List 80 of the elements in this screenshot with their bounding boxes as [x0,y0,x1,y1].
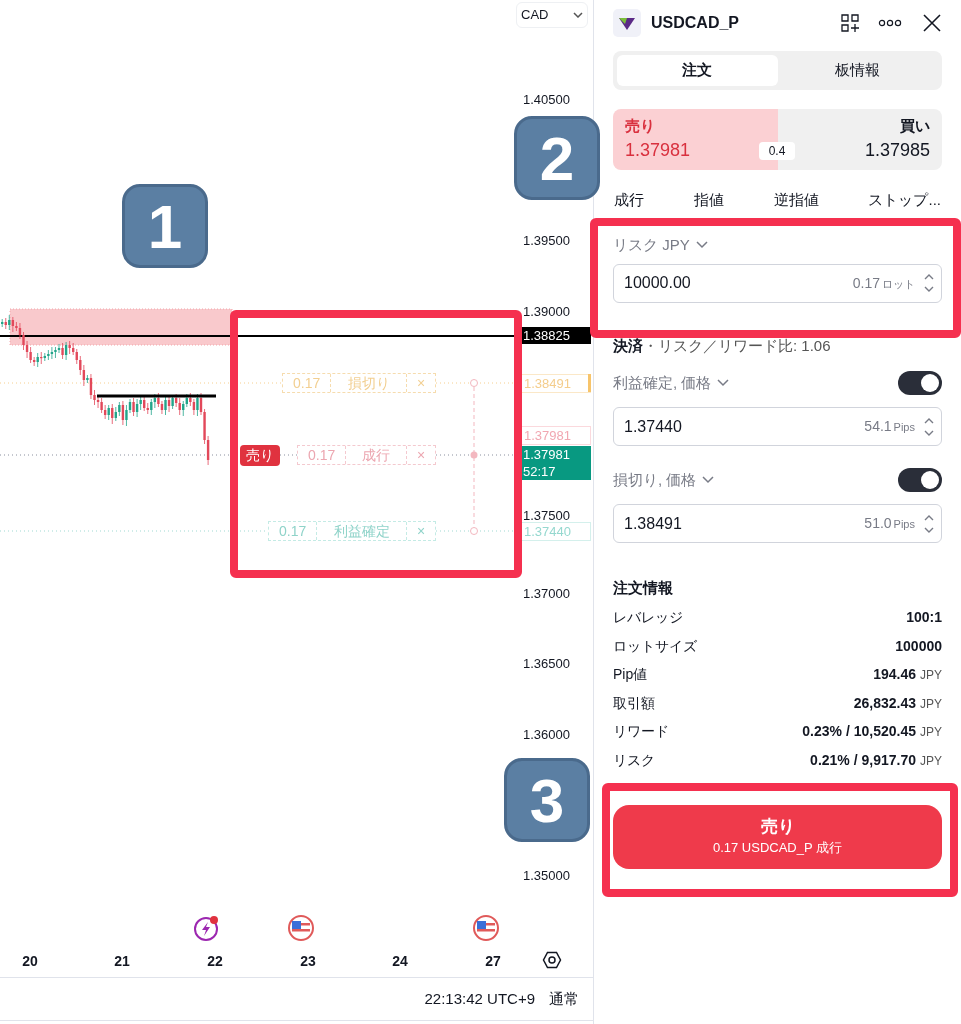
order-type-label: 成行 [346,446,407,464]
settings-icon[interactable] [542,950,562,970]
info-label: リワード [613,722,669,742]
price-label: 1.37000 [523,585,570,602]
tab[interactable]: 注文 [617,55,778,86]
info-value: 26,832.43 JPY [853,693,942,713]
spread-badge: 0.4 [759,142,795,160]
field-suffix: 54.1 Pips [864,417,915,436]
order-type-tab[interactable]: 逆指値 [772,188,820,212]
chevron-icon [695,241,708,250]
info-value: 100:1 [906,608,942,628]
status-time: 22:13:42 UTC+9 [424,988,535,1009]
info-label: Pip値 [613,665,648,685]
info-label: 取引額 [613,693,655,713]
price-tag: 1.37981 52:17 [521,446,591,480]
toggle-switch[interactable] [898,468,942,492]
toggle-switch[interactable] [898,371,942,395]
order-type-tab[interactable]: 指値 [692,188,725,212]
number-badge: 1 [122,184,208,268]
price-label: 1.35000 [523,867,570,884]
flag-event-icon[interactable] [472,914,500,942]
quantity-label: 0.17 [298,446,347,464]
price-label: 1.39500 [523,233,570,249]
price-label: 1.36000 [523,726,570,743]
currency-select[interactable]: CAD [516,2,588,28]
order-type-label: 損切り [331,374,407,392]
order-type-tab[interactable]: ストップ... [867,188,942,212]
add-widget-icon[interactable] [840,12,860,33]
price-dropdown[interactable]: 利益確定, 価格 [613,371,730,395]
lightning-event-icon[interactable] [193,914,221,942]
date-label: 20 [21,952,39,971]
order-type-tab[interactable]: 成行 [613,188,645,212]
number-badge: 2 [514,116,600,200]
price-label: 1.36500 [523,656,570,672]
session-label: 通常 [549,988,579,1009]
sell-button[interactable]: 売り 0.17 USDCAD_P 成行 [613,804,942,869]
side-label: 売り [240,445,280,466]
info-value: 0.21% / 9,917.70 JPY [810,750,942,770]
logo-icon [613,8,641,37]
quantity-label: 0.17 [269,522,318,540]
price-dropdown[interactable]: 損切り, 価格 [613,468,715,492]
order-type-label: 利益確定 [317,522,407,540]
section-title: 注文情報 [613,578,674,598]
date-label: 27 [484,952,502,971]
info-label: ロットサイズ [613,636,697,656]
input-field[interactable]: 10000.00 0.17 ロット [613,263,942,303]
more-icon[interactable] [878,17,902,28]
info-label: リスク [613,750,655,770]
info-value: 100000 [895,636,942,656]
price-tag: 1.37440 [521,522,591,541]
price-label: 1.37500 [523,507,570,524]
date-label: 23 [299,952,317,971]
field-suffix: 0.17 ロット [852,273,915,293]
price-tag: 1.38825 [521,327,591,344]
flag-event-icon[interactable] [287,914,315,942]
symbol-title: USDCAD_P [651,12,740,33]
tab[interactable]: 板情報 [777,55,938,86]
date-label: 22 [206,952,224,971]
risk-dropdown[interactable]: リスク JPY [613,234,708,257]
date-label: 24 [391,952,409,971]
price-tag: 1.38491 [521,374,591,393]
number-badge: 3 [504,758,590,842]
info-value: 194.46 JPY [873,665,942,685]
price-marker [588,374,591,392]
close-icon[interactable] [922,12,942,33]
input-field[interactable]: 1.38491 51.0 Pips [613,504,942,543]
chevron-icon [573,12,583,18]
price-label: 1.40500 [523,92,570,108]
field-suffix: 51.0 Pips [864,514,915,533]
quantity-label: 0.17 [283,374,332,392]
exit-heading: 決済・リスク／リワード比: 1.06 [613,335,832,356]
price-label: 1.39000 [523,303,570,320]
chevron-icon [702,476,715,484]
info-label: レバレッジ [613,608,683,628]
date-label: 21 [113,952,131,971]
price-tag: 1.37981 [521,426,591,445]
info-value: 0.23% / 10,520.45 JPY [802,722,942,742]
bracket-handle[interactable] [470,379,478,535]
chevron-icon [717,379,730,387]
input-field[interactable]: 1.37440 54.1 Pips [613,407,942,446]
